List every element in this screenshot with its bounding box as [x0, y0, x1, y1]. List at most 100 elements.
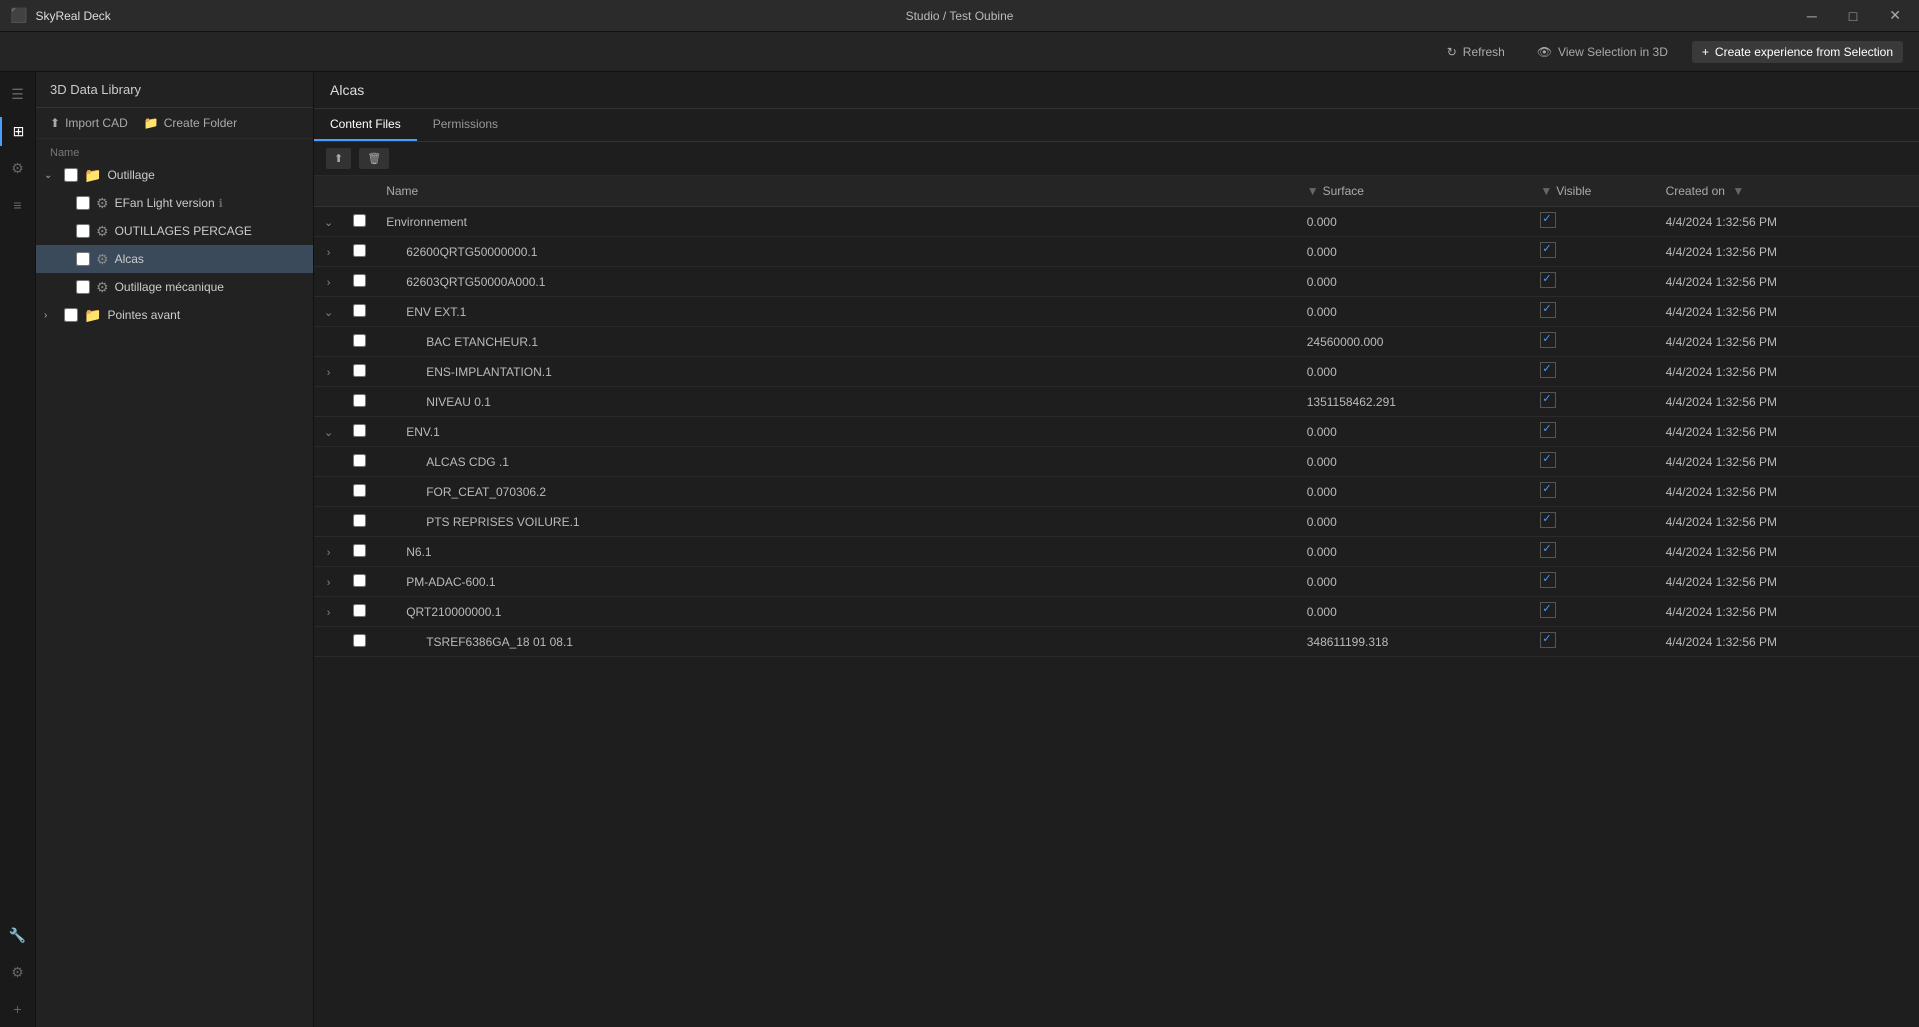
- tree-name-header: Name: [36, 143, 313, 161]
- import-cad-button[interactable]: ⬆ Import CAD: [50, 116, 128, 130]
- outillage-label: Outillage: [107, 168, 154, 182]
- view-selection-label: View Selection in 3D: [1558, 45, 1668, 59]
- row-checkbox[interactable]: [353, 634, 366, 647]
- pointes-checkbox[interactable]: [64, 308, 78, 322]
- sidebar-item-outillage[interactable]: ⌄ 📁 Outillage: [36, 161, 313, 189]
- sidebar-item-outillages-percage[interactable]: ⚙ OUTILLAGES PERCAGE: [36, 217, 313, 245]
- row-checkbox[interactable]: [353, 304, 366, 317]
- row-checkbox[interactable]: [353, 274, 366, 287]
- chevron-right-icon[interactable]: ›: [327, 607, 331, 619]
- chevron-right-icon[interactable]: ›: [327, 247, 331, 259]
- icon-bar-plus[interactable]: +: [0, 995, 35, 1023]
- refresh-button[interactable]: ↻ Refresh: [1439, 41, 1513, 63]
- chevron-right-icon[interactable]: ›: [327, 577, 331, 589]
- col-checkbox-header: [343, 176, 376, 207]
- row-checkbox[interactable]: [353, 364, 366, 377]
- visible-checkbox[interactable]: [1540, 332, 1556, 348]
- alcas-checkbox[interactable]: [76, 252, 90, 266]
- folder-plus-icon: 📁: [144, 116, 159, 130]
- filter-visible-icon[interactable]: ▼: [1540, 184, 1552, 198]
- sidebar-item-alcas[interactable]: ⚙ Alcas: [36, 245, 313, 273]
- visible-checkbox[interactable]: [1540, 512, 1556, 528]
- content-toolbar: ⬆ 🗑: [314, 142, 1919, 176]
- close-button[interactable]: ✕: [1881, 3, 1909, 28]
- visible-checkbox[interactable]: [1540, 572, 1556, 588]
- sidebar-item-pointes-avant[interactable]: › 📁 Pointes avant: [36, 301, 313, 329]
- visible-checkbox[interactable]: [1540, 602, 1556, 618]
- table-row: ›62603QRTG50000A000.10.0004/4/2024 1:32:…: [314, 267, 1919, 297]
- tab-permissions[interactable]: Permissions: [417, 109, 514, 141]
- row-surface-cell: 0.000: [1297, 447, 1531, 477]
- row-expand-cell: [314, 387, 343, 417]
- row-checkbox[interactable]: [353, 604, 366, 617]
- delete-file-button[interactable]: 🗑: [359, 148, 389, 169]
- content-table-wrap: Name ▼Surface ▼Visible Created on ▼: [314, 176, 1919, 1027]
- visible-checkbox[interactable]: [1540, 482, 1556, 498]
- chevron-down-icon[interactable]: ⌄: [324, 217, 333, 229]
- row-checkbox[interactable]: [353, 544, 366, 557]
- visible-checkbox[interactable]: [1540, 422, 1556, 438]
- pointes-avant-label: Pointes avant: [107, 308, 180, 322]
- sidebar-item-efan[interactable]: ⚙ EFan Light version ℹ: [36, 189, 313, 217]
- chevron-down-icon[interactable]: ⌄: [324, 307, 333, 319]
- efan-checkbox[interactable]: [76, 196, 90, 210]
- visible-checkbox[interactable]: [1540, 392, 1556, 408]
- row-created-cell: 4/4/2024 1:32:56 PM: [1656, 207, 1919, 237]
- gear-icon-4: ⚙: [96, 279, 109, 296]
- icon-bar-list[interactable]: ≡: [0, 191, 35, 219]
- create-experience-button[interactable]: + Create experience from Selection: [1692, 41, 1903, 63]
- upload-file-button[interactable]: ⬆: [326, 148, 351, 169]
- visible-checkbox[interactable]: [1540, 302, 1556, 318]
- row-checkbox[interactable]: [353, 514, 366, 527]
- sidebar-item-outillage-mecanique[interactable]: ⚙ Outillage mécanique: [36, 273, 313, 301]
- view-selection-button[interactable]: 👁 View Selection in 3D: [1529, 41, 1676, 63]
- minimize-button[interactable]: ─: [1799, 3, 1825, 28]
- row-checkbox[interactable]: [353, 244, 366, 257]
- row-name-cell: Environnement: [376, 207, 1297, 237]
- row-checkbox[interactable]: [353, 394, 366, 407]
- row-checkbox[interactable]: [353, 334, 366, 347]
- visible-checkbox[interactable]: [1540, 242, 1556, 258]
- row-checkbox[interactable]: [353, 574, 366, 587]
- col-visible-header: ▼Visible: [1530, 176, 1655, 207]
- visible-checkbox[interactable]: [1540, 272, 1556, 288]
- icon-bar-layers[interactable]: ⊞: [0, 117, 35, 146]
- row-surface-cell: 0.000: [1297, 297, 1531, 327]
- row-visible-cell: [1530, 297, 1655, 327]
- row-visible-cell: [1530, 207, 1655, 237]
- filter-icon[interactable]: ▼: [1307, 184, 1319, 198]
- icon-bar-gear2[interactable]: ⚙: [0, 958, 35, 987]
- row-checkbox[interactable]: [353, 214, 366, 227]
- visible-checkbox[interactable]: [1540, 362, 1556, 378]
- row-checkbox[interactable]: [353, 484, 366, 497]
- icon-bar-settings[interactable]: ⚙: [0, 154, 35, 183]
- mecanique-checkbox[interactable]: [76, 280, 90, 294]
- row-checkbox[interactable]: [353, 454, 366, 467]
- outillage-checkbox[interactable]: [64, 168, 78, 182]
- filter-created-icon[interactable]: ▼: [1732, 184, 1744, 198]
- icon-bar-wrench[interactable]: 🔧: [0, 921, 35, 950]
- row-expand-cell: [314, 327, 343, 357]
- row-surface-cell: 0.000: [1297, 477, 1531, 507]
- chevron-down-icon: ⌄: [44, 170, 58, 181]
- outillage-mecanique-label: Outillage mécanique: [115, 280, 224, 294]
- sidebar-tree: Name ⌄ 📁 Outillage ⚙ EFan Light version …: [36, 139, 313, 1027]
- tab-content-files[interactable]: Content Files: [314, 109, 417, 141]
- visible-checkbox[interactable]: [1540, 542, 1556, 558]
- chevron-right-icon[interactable]: ›: [327, 367, 331, 379]
- visible-checkbox[interactable]: [1540, 212, 1556, 228]
- chevron-right-icon[interactable]: ›: [327, 547, 331, 559]
- chevron-right-icon[interactable]: ›: [327, 277, 331, 289]
- visible-checkbox[interactable]: [1540, 452, 1556, 468]
- chevron-down-icon[interactable]: ⌄: [324, 427, 333, 439]
- maximize-button[interactable]: □: [1841, 3, 1865, 28]
- visible-checkbox[interactable]: [1540, 632, 1556, 648]
- create-folder-button[interactable]: 📁 Create Folder: [144, 116, 237, 130]
- row-checkbox-cell: [343, 267, 376, 297]
- row-checkbox[interactable]: [353, 424, 366, 437]
- icon-bar-menu[interactable]: ☰: [0, 80, 35, 109]
- row-name: FOR_CEAT_070306.2: [426, 485, 546, 499]
- outillages-checkbox[interactable]: [76, 224, 90, 238]
- table-row: ›62600QRTG50000000.10.0004/4/2024 1:32:5…: [314, 237, 1919, 267]
- row-checkbox-cell: [343, 297, 376, 327]
